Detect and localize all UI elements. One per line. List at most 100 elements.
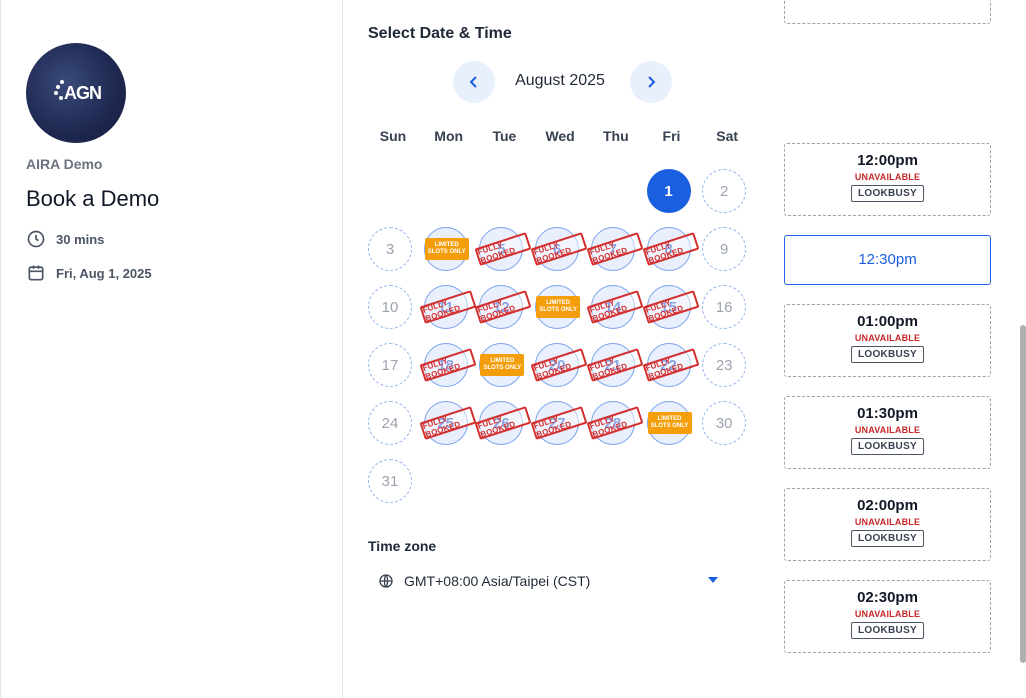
fully-booked-stamp: FULLY BOOKED <box>586 406 644 440</box>
weekday-label: Fri <box>662 128 681 144</box>
unavailable-label: UNAVAILABLE <box>854 172 921 182</box>
fully-booked-stamp: FULLY BOOKED <box>530 406 588 440</box>
calendar-day-29[interactable]: 29LIMITEDSLOTS ONLY <box>646 401 692 445</box>
chevron-right-icon <box>648 76 656 88</box>
globe-icon <box>379 574 393 588</box>
lookbusy-badge: LOOKBUSY <box>850 438 925 455</box>
calendar-day-22: 22 FULLY BOOKED <box>642 343 699 387</box>
calendar-day-7: 7 FULLY BOOKED <box>586 227 644 271</box>
timezone-value: GMT+08:00 Asia/Taipei (CST) <box>404 573 591 589</box>
time-slot[interactable]: 12:30pm <box>784 235 991 285</box>
calendar-day-26: 26 FULLY BOOKED <box>474 401 532 445</box>
calendar-day-2: 2 <box>702 169 747 213</box>
calendar-day-14: 14 FULLY BOOKED <box>586 285 644 329</box>
slot-time: 01:30pm <box>857 405 918 422</box>
slot-time: 12:30pm <box>858 251 917 268</box>
avatar: AGN <box>26 43 126 143</box>
duration-row: 30 mins <box>26 229 104 249</box>
calendar-day-15: 15 FULLY BOOKED <box>642 285 699 329</box>
unavailable-label: UNAVAILABLE <box>854 609 921 619</box>
calendar-day-27: 27 FULLY BOOKED <box>530 401 588 445</box>
weekday-label: Sun <box>379 128 407 144</box>
next-month-button[interactable] <box>630 61 672 103</box>
time-slot: 02:00pm UNAVAILABLE LOOKBUSY <box>784 488 991 561</box>
limited-line: LIMITED <box>490 358 515 364</box>
selected-date-text: Fri, Aug 1, 2025 <box>56 265 152 281</box>
logo-text: AGN <box>64 83 102 103</box>
calendar-day-4[interactable]: 4LIMITEDSLOTS ONLY <box>423 227 469 271</box>
fully-booked-stamp: FULLY BOOKED <box>474 232 532 266</box>
limited-line: SLOTS ONLY <box>427 249 466 255</box>
calendar-day-5: 5 FULLY BOOKED <box>474 227 532 271</box>
calendar-day-9: 9 <box>702 227 747 271</box>
calendar-day-1[interactable]: 1 <box>646 169 691 213</box>
fully-booked-stamp: FULLY BOOKED <box>642 232 699 266</box>
limited-line: SLOTS ONLY <box>483 365 522 371</box>
org-name: AIRA Demo <box>26 156 103 172</box>
time-slot: 12:00pm UNAVAILABLE LOOKBUSY <box>784 143 991 216</box>
fully-booked-stamp: FULLY BOOKED <box>419 348 477 382</box>
month-label: August 2025 <box>515 72 605 89</box>
calendar-day-23: 23 <box>702 343 747 387</box>
slot-time: 12:00pm <box>857 152 918 169</box>
calendar-day-17: 17 <box>368 343 412 387</box>
calendar-day-24: 24 <box>368 401 412 445</box>
calendar-day-19[interactable]: 19LIMITEDSLOTS ONLY <box>479 343 525 387</box>
prev-month-button[interactable] <box>453 61 495 103</box>
calendar-day-25: 25 FULLY BOOKED <box>419 401 477 445</box>
weekday-label: Sat <box>716 128 739 144</box>
day-number: 3 <box>385 240 395 258</box>
clock-icon <box>27 230 45 248</box>
limited-line: SLOTS ONLY <box>539 307 577 313</box>
calendar-day-16: 16 <box>702 285 747 329</box>
day-number: 17 <box>381 356 399 374</box>
calendar-day-18: 18 FULLY BOOKED <box>419 343 477 387</box>
day-number: 24 <box>381 414 399 432</box>
weekday-label: Thu <box>602 128 629 144</box>
day-number: 10 <box>381 298 399 316</box>
date-row: Fri, Aug 1, 2025 <box>26 263 152 283</box>
limited-slots-stamp: LIMITED SLOTS ONLY <box>647 412 692 434</box>
calendar-day-11: 11 FULLY BOOKED <box>419 285 477 329</box>
section-title: Select Date & Time <box>368 25 512 42</box>
calendar-day-10: 10 <box>368 285 412 329</box>
calendar-day-12: 12 FULLY BOOKED <box>474 285 532 329</box>
fully-booked-stamp: FULLY BOOKED <box>642 348 699 382</box>
weekday-label: Mon <box>434 128 464 144</box>
day-number: 9 <box>720 240 729 258</box>
calendar-day-13[interactable]: 13LIMITEDSLOTS ONLY <box>535 285 581 329</box>
duration-text: 30 mins <box>56 231 105 247</box>
lookbusy-badge: LOOKBUSY <box>850 185 925 202</box>
calendar-icon <box>28 265 44 281</box>
chevron-left-icon <box>469 76 477 88</box>
unavailable-label: UNAVAILABLE <box>854 425 921 435</box>
caret-down-icon <box>708 577 718 583</box>
fully-booked-stamp: FULLY BOOKED <box>530 232 588 266</box>
fully-booked-stamp: FULLY BOOKED <box>586 232 644 266</box>
slot-time: 01:00pm <box>857 313 918 330</box>
time-slot: 02:30pm UNAVAILABLE LOOKBUSY <box>784 580 991 653</box>
day-number: 31 <box>381 472 399 490</box>
fully-booked-stamp: FULLY BOOKED <box>530 348 588 382</box>
calendar-day-3: 3 <box>368 227 412 271</box>
calendar-day-28: 28 FULLY BOOKED <box>586 401 644 445</box>
fully-booked-stamp: FULLY BOOKED <box>474 290 532 324</box>
time-slot: 01:30pm UNAVAILABLE LOOKBUSY <box>784 396 991 469</box>
limited-slots-stamp: LIMITED SLOTS ONLY <box>480 354 525 376</box>
day-number: 16 <box>715 298 733 316</box>
unavailable-label: UNAVAILABLE <box>854 517 921 527</box>
time-slot: 01:00pm UNAVAILABLE LOOKBUSY <box>784 304 991 377</box>
unavailable-label: UNAVAILABLE <box>854 333 921 343</box>
limited-slots-stamp: LIMITED SLOTS ONLY <box>536 296 581 318</box>
lookbusy-badge: LOOKBUSY <box>850 530 925 547</box>
lookbusy-badge: LOOKBUSY <box>850 346 925 363</box>
limited-slots-stamp: LIMITED SLOTS ONLY <box>424 238 469 260</box>
limited-line: LIMITED <box>657 416 682 422</box>
calendar-day-6: 6 FULLY BOOKED <box>530 227 588 271</box>
time-slot <box>784 0 991 24</box>
fully-booked-stamp: FULLY BOOKED <box>474 406 532 440</box>
event-title: Book a Demo <box>26 186 160 211</box>
timezone-select[interactable]: GMT+08:00 Asia/Taipei (CST) <box>378 566 718 596</box>
scrollbar[interactable] <box>1020 325 1026 663</box>
calendar-day-21: 21 FULLY BOOKED <box>586 343 644 387</box>
